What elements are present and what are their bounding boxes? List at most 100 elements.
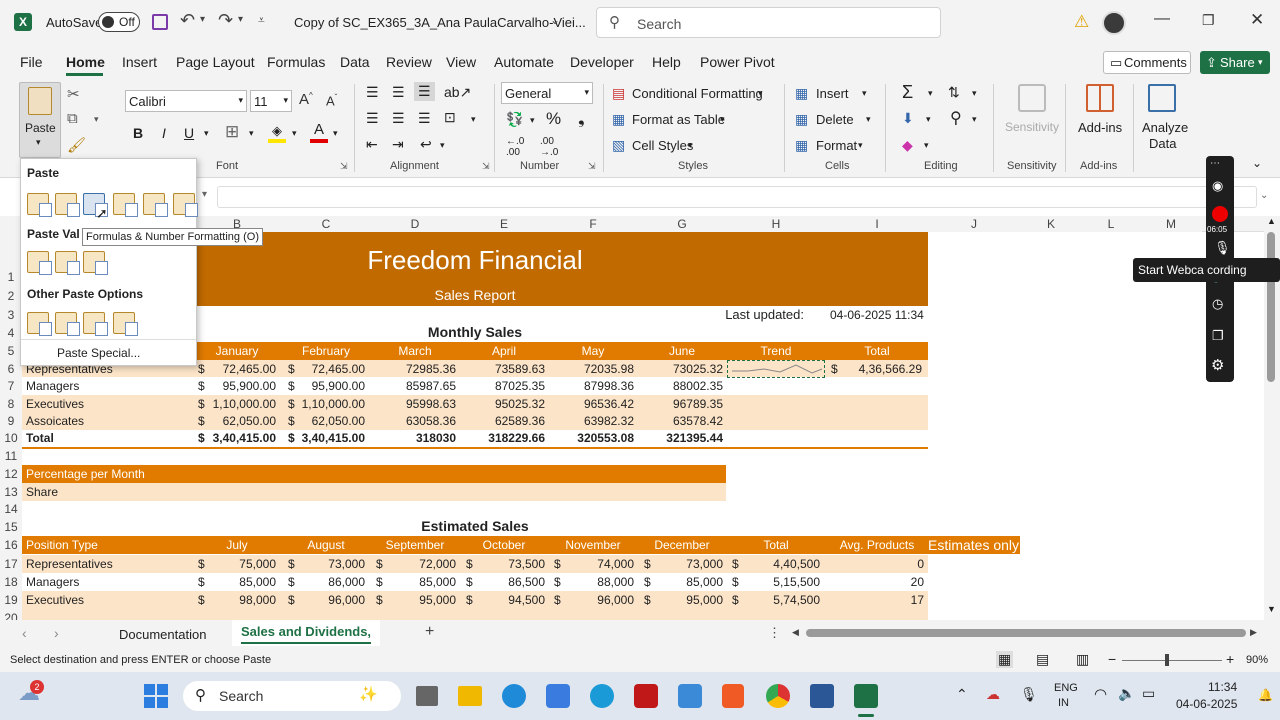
trend-sparkline-cell[interactable] [727, 360, 825, 378]
horizontal-scroll-thumb[interactable] [806, 629, 1246, 637]
alignment-dialog-launcher-icon[interactable]: ⇲ [482, 161, 490, 172]
table-cell[interactable]: 72035.98 [548, 360, 634, 378]
help-app-icon[interactable] [590, 684, 614, 708]
insert-cells-button[interactable]: Insert [816, 86, 849, 101]
table-cell[interactable]: 4,40,500 [736, 555, 820, 573]
autosave-toggle[interactable]: Off [98, 12, 140, 32]
align-bottom-icon[interactable]: ☰ [414, 82, 435, 101]
table-cell[interactable]: 17 [830, 591, 924, 609]
table-cell[interactable]: 62,050.00 [290, 412, 365, 430]
table-cell[interactable]: 87998.36 [548, 377, 634, 395]
format-as-table-chevron-icon[interactable]: ▾ [720, 114, 725, 125]
tab-home[interactable]: Home [66, 54, 105, 70]
row-header[interactable]: 11 [0, 447, 22, 465]
store-icon[interactable] [546, 684, 570, 708]
customize-qat-icon[interactable]: ⩡ [258, 13, 265, 28]
table-cell[interactable]: 3,40,415.00 [290, 429, 365, 447]
row-header[interactable]: 5 [0, 342, 22, 360]
copy-dropdown-icon[interactable]: ▾ [94, 114, 99, 125]
row-header[interactable]: 3 [0, 306, 22, 324]
table-cell[interactable]: 3,40,415.00 [200, 429, 276, 447]
number-dialog-launcher-icon[interactable]: ⇲ [588, 161, 596, 172]
table-cell[interactable]: 95,000 [648, 591, 723, 609]
record-icon[interactable] [1212, 206, 1228, 222]
page-break-view-icon[interactable]: ▥ [1076, 651, 1089, 668]
table-cell[interactable]: 87025.35 [460, 377, 545, 395]
align-middle-icon[interactable]: ☰ [392, 84, 405, 101]
comma-style-icon[interactable]: ❟ [578, 109, 585, 129]
window-icon[interactable]: ❐ [1212, 328, 1224, 344]
clock-date[interactable]: 04-06-2025 [1176, 697, 1237, 711]
zoom-in-icon[interactable]: + [1226, 651, 1234, 667]
settings-gear-icon[interactable]: ⚙ [1211, 356, 1224, 374]
chrome-icon[interactable] [766, 684, 790, 708]
header-january[interactable]: January [192, 342, 282, 360]
underline-dropdown-icon[interactable]: ▾ [204, 128, 209, 139]
excel-taskbar-icon[interactable] [854, 684, 878, 708]
autosum-icon[interactable]: Σ [902, 82, 913, 103]
font-name-select[interactable]: Calibri ▾ [125, 90, 247, 112]
borders-icon[interactable]: ⊞ [225, 122, 239, 142]
row-header[interactable]: 6 [0, 360, 22, 378]
table-cell[interactable]: Managers [26, 377, 192, 395]
column-header[interactable]: G [638, 216, 726, 232]
cell-styles-chevron-icon[interactable]: ▾ [688, 140, 693, 151]
table-cell[interactable]: 73,000 [290, 555, 365, 573]
table-cell[interactable]: 98,000 [200, 591, 276, 609]
paste-keep-column-widths-icon[interactable] [173, 193, 198, 217]
tab-formulas[interactable]: Formulas [267, 54, 325, 70]
table-cell[interactable]: Representatives [26, 555, 192, 573]
conditional-formatting-icon[interactable]: ▤ [612, 85, 625, 102]
table-cell[interactable]: 72,465.00 [290, 360, 365, 378]
insert-cells-chevron-icon[interactable]: ▾ [862, 88, 867, 99]
paste-special-item[interactable]: Paste Special... [57, 346, 140, 360]
header-trend[interactable]: Trend [726, 342, 826, 360]
table-cell[interactable]: 73589.63 [460, 360, 545, 378]
header-february[interactable]: February [282, 342, 370, 360]
conditional-formatting-button[interactable]: Conditional Formatting [632, 86, 763, 101]
increase-indent-icon[interactable]: ⇥ [392, 136, 404, 153]
column-header[interactable]: J [928, 216, 1020, 232]
scroll-down-icon[interactable]: ▼ [1267, 604, 1276, 614]
table-cell[interactable]: 1,10,000.00 [290, 395, 365, 413]
table-cell[interactable]: 72985.36 [370, 360, 456, 378]
insert-cells-icon[interactable]: ▦ [795, 85, 808, 102]
est-header-position[interactable]: Position Type [26, 536, 192, 554]
font-dialog-launcher-icon[interactable]: ⇲ [340, 161, 348, 172]
share-button[interactable]: ⇪ Share ▾ [1200, 51, 1270, 74]
table-cell[interactable]: 5,15,500 [736, 573, 820, 591]
filename-chevron-icon[interactable]: ⌄ [550, 13, 560, 27]
warning-icon[interactable]: ⚠ [1074, 12, 1089, 32]
undo-icon[interactable]: ↶ [180, 10, 195, 31]
est-header-november[interactable]: November [548, 536, 638, 554]
format-as-table-icon[interactable]: ▦ [612, 111, 625, 128]
page-layout-view-icon[interactable]: ▤ [1036, 651, 1049, 668]
paste-linked-picture-icon[interactable] [113, 312, 138, 336]
close-icon[interactable]: ✕ [1250, 10, 1264, 30]
cut-icon[interactable]: ✂ [67, 85, 80, 103]
table-cell[interactable]: 85987.65 [370, 377, 456, 395]
decrease-indent-icon[interactable]: ⇤ [366, 136, 378, 153]
normal-view-icon[interactable]: ▦ [996, 651, 1014, 668]
prev-sheet-icon[interactable]: ‹ [22, 625, 27, 641]
paste-formulas-icon[interactable] [55, 193, 80, 217]
font-color-dropdown-icon[interactable]: ▾ [333, 128, 338, 139]
est-header-july[interactable]: July [192, 536, 282, 554]
windows-start-icon[interactable] [144, 684, 168, 708]
file-explorer-icon[interactable] [458, 686, 482, 706]
tray-mic-icon[interactable]: 🎙 [1020, 686, 1038, 703]
merge-dropdown-icon[interactable]: ▾ [471, 114, 476, 125]
table-cell[interactable]: Executives [26, 395, 192, 413]
hscroll-left-icon[interactable]: ◀ [792, 627, 799, 638]
edge-icon[interactable] [502, 684, 526, 708]
table-cell[interactable]: 62589.36 [460, 412, 545, 430]
fill-color-icon[interactable]: ◈ [268, 123, 286, 143]
est-header-total[interactable]: Total [726, 536, 826, 554]
lang-primary[interactable]: ENG [1054, 682, 1078, 694]
header-june[interactable]: June [638, 342, 726, 360]
table-cell[interactable]: 73025.32 [638, 360, 723, 378]
paste-link-icon[interactable] [55, 312, 80, 336]
table-cell[interactable]: 94,500 [470, 591, 545, 609]
table-cell[interactable]: 4,36,566.29 [840, 360, 922, 378]
zoom-slider[interactable] [1122, 654, 1222, 666]
